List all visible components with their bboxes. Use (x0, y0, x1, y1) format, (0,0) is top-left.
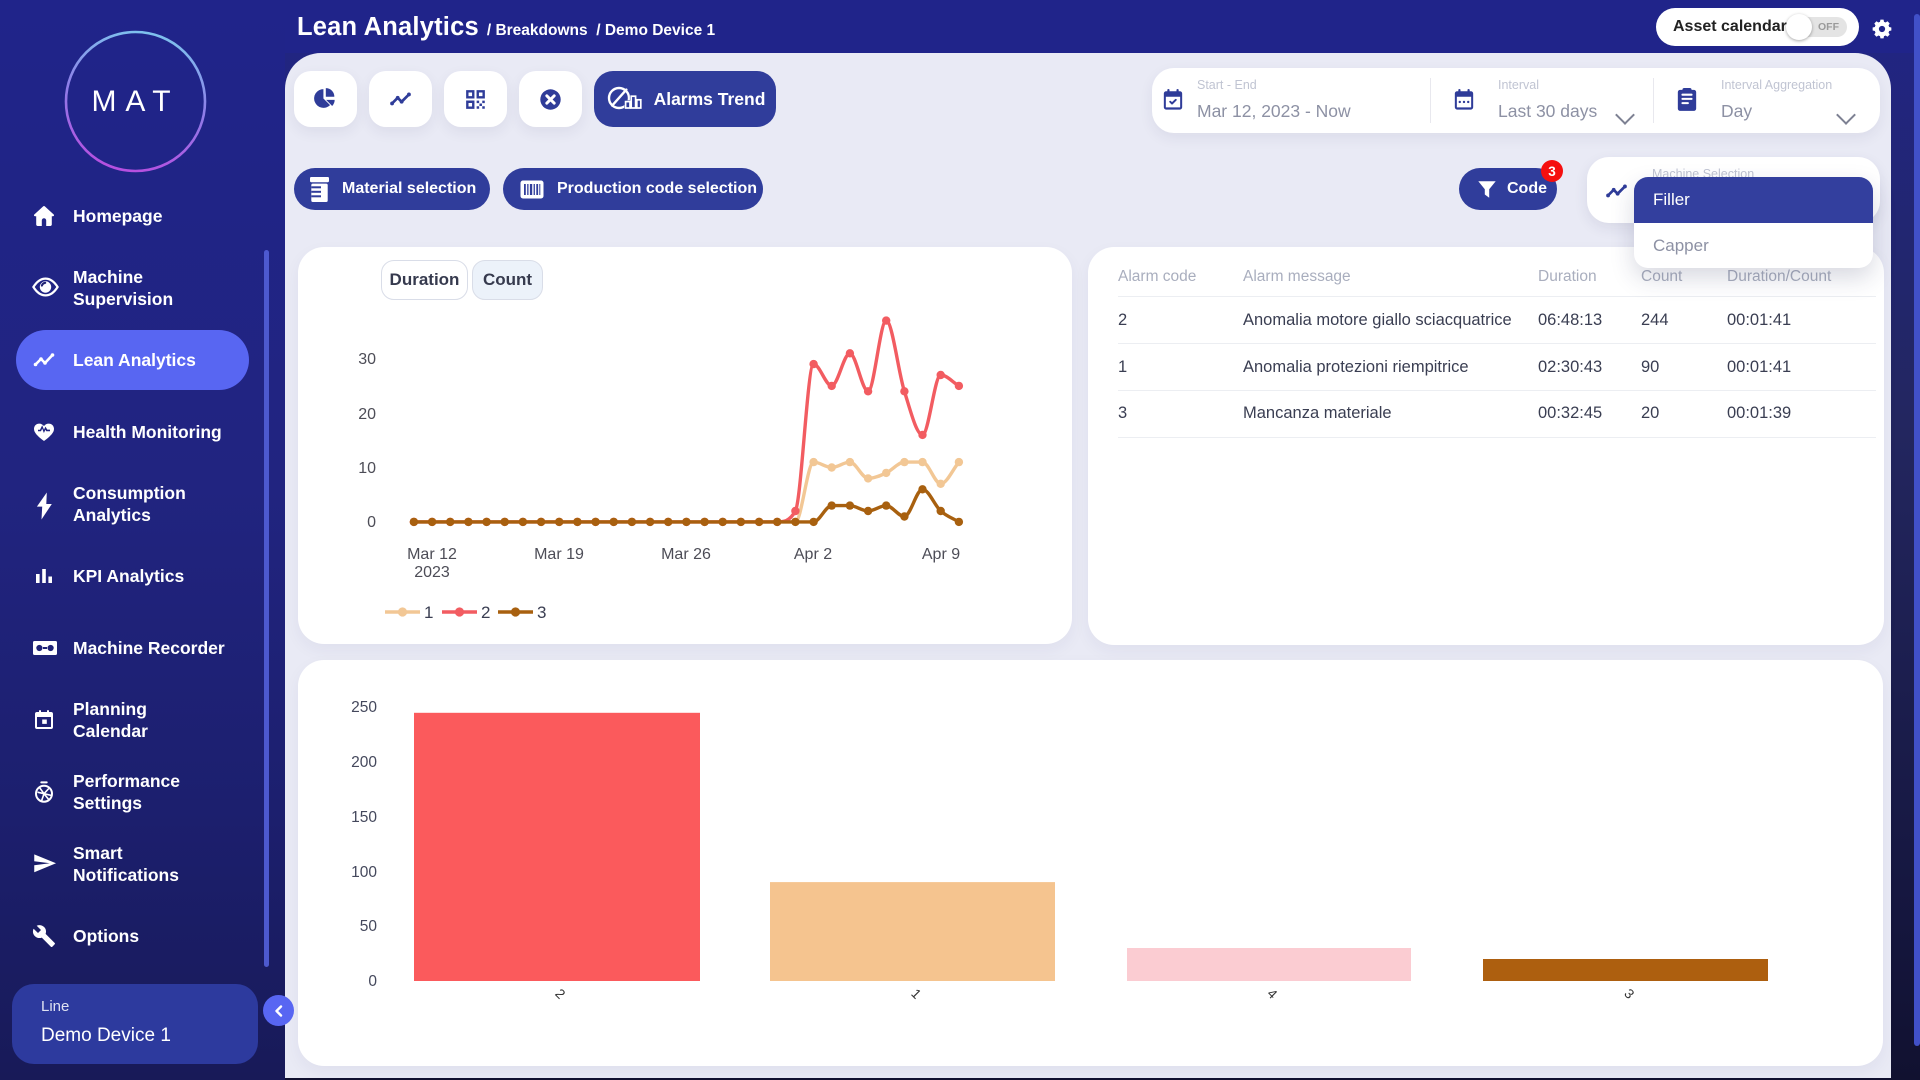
svg-text:30: 30 (358, 351, 376, 368)
svg-text:200: 200 (351, 754, 377, 771)
svg-text:3: 3 (537, 603, 546, 622)
svg-text:Mar 26: Mar 26 (661, 546, 711, 563)
svg-text:100: 100 (351, 864, 377, 881)
svg-text:1: 1 (424, 603, 433, 622)
svg-text:150: 150 (351, 809, 377, 826)
svg-text:Apr 2: Apr 2 (794, 546, 832, 563)
svg-text:MAT: MAT (91, 85, 179, 118)
svg-text:Mar 12: Mar 12 (407, 546, 457, 563)
svg-text:10: 10 (358, 460, 376, 477)
svg-text:Apr 9: Apr 9 (922, 546, 960, 563)
svg-text:Mar 19: Mar 19 (534, 546, 584, 563)
svg-text:2: 2 (481, 603, 490, 622)
svg-text:0: 0 (368, 973, 377, 990)
svg-text:4: 4 (1264, 986, 1280, 1002)
svg-text:2023: 2023 (414, 564, 450, 581)
svg-text:50: 50 (360, 918, 378, 935)
svg-text:1: 1 (908, 986, 924, 1002)
svg-text:0: 0 (367, 514, 376, 531)
svg-text:2: 2 (552, 986, 568, 1002)
svg-text:20: 20 (358, 406, 376, 423)
svg-text:3: 3 (1621, 986, 1637, 1002)
svg-text:250: 250 (351, 699, 377, 716)
